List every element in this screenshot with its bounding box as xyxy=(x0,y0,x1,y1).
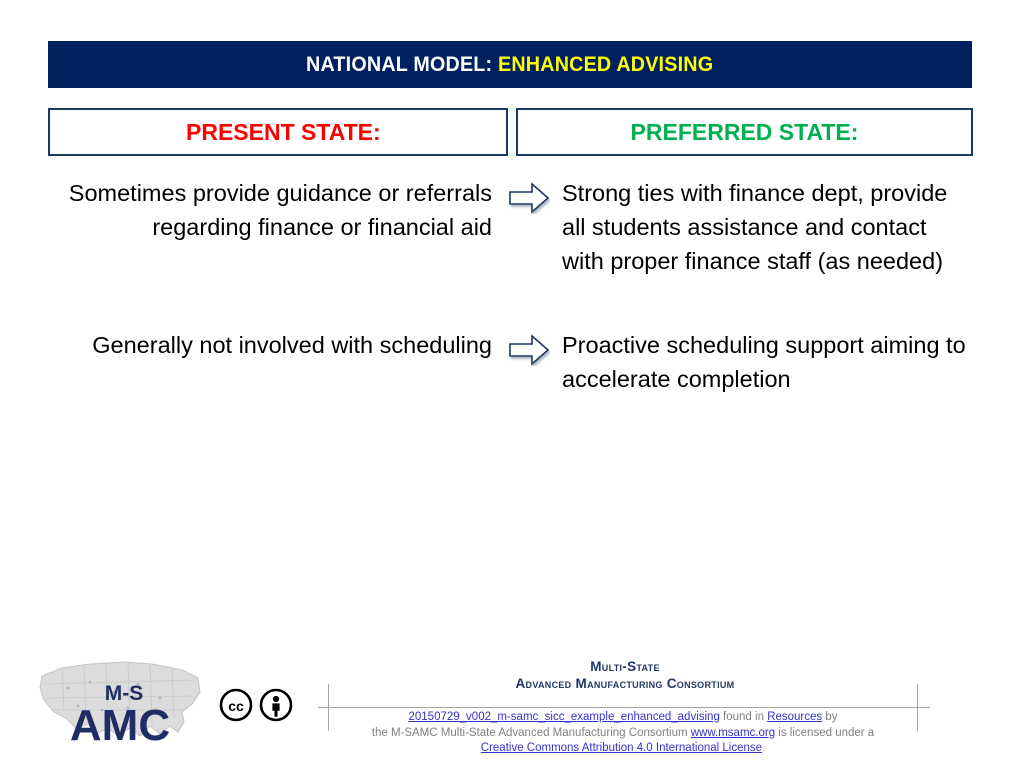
cc-license-link[interactable]: Creative Commons Attribution 4.0 Interna… xyxy=(481,742,762,754)
present-state-text: Sometimes provide guidance or referrals … xyxy=(68,180,492,240)
cc-icon: cc xyxy=(219,688,253,722)
preferred-state-header-box: PREFERRED STATE: xyxy=(516,108,973,156)
creative-commons-badges: cc xyxy=(219,687,293,723)
consortium-line-2: Advanced Manufacturing Consortium xyxy=(515,676,735,691)
present-state-header-box: PRESENT STATE: xyxy=(48,108,508,156)
msamc-site-link[interactable]: www.msamc.org xyxy=(691,727,775,739)
svg-text:AMC: AMC xyxy=(70,701,170,750)
comparison-row: Sometimes provide guidance or referrals … xyxy=(48,176,973,278)
organization-text: the M-SAMC Multi-State Advanced Manufact… xyxy=(371,726,691,739)
right-arrow-icon xyxy=(500,176,558,214)
preferred-state-label: PREFERRED STATE: xyxy=(630,118,859,145)
footer-divider-vertical-left xyxy=(328,684,329,731)
svg-text:cc: cc xyxy=(228,698,244,714)
document-name-link[interactable]: 20150729_v002_m-samc_sicc_example_enhanc… xyxy=(409,711,720,723)
slide-title: NATIONAL MODEL: ENHANCED ADVISING xyxy=(306,53,713,77)
by-person-icon xyxy=(259,688,293,722)
consortium-wordmark: Multi-State Advanced Manufacturing Conso… xyxy=(330,658,920,692)
present-state-label: PRESENT STATE: xyxy=(186,118,381,145)
licensed-under-text: is licensed under a xyxy=(775,726,875,739)
slide-title-highlight: ENHANCED ADVISING xyxy=(498,52,714,76)
slide-title-bar: NATIONAL MODEL: ENHANCED ADVISING xyxy=(48,41,972,88)
found-in-text: found in xyxy=(719,711,768,723)
license-text: 20150729_v002_m-samc_sicc_example_enhanc… xyxy=(330,710,916,757)
resources-link[interactable]: Resources xyxy=(767,711,822,723)
slide-title-prefix: NATIONAL MODEL: xyxy=(306,52,493,76)
msamc-logo: M-S AMC xyxy=(32,648,212,760)
preferred-state-text: Proactive scheduling support aiming to a… xyxy=(562,332,966,392)
consortium-line-1: Multi-State xyxy=(590,659,660,674)
right-arrow-icon xyxy=(500,328,558,366)
license-period: . xyxy=(762,742,766,754)
comparison-row: Generally not involved with scheduling P… xyxy=(48,328,973,396)
present-state-text: Generally not involved with scheduling xyxy=(92,332,492,358)
preferred-state-text: Strong ties with finance dept, provide a… xyxy=(562,180,948,274)
by-text: by xyxy=(822,711,838,723)
footer-divider-vertical-right xyxy=(917,684,918,731)
footer-divider-horizontal xyxy=(318,707,930,708)
